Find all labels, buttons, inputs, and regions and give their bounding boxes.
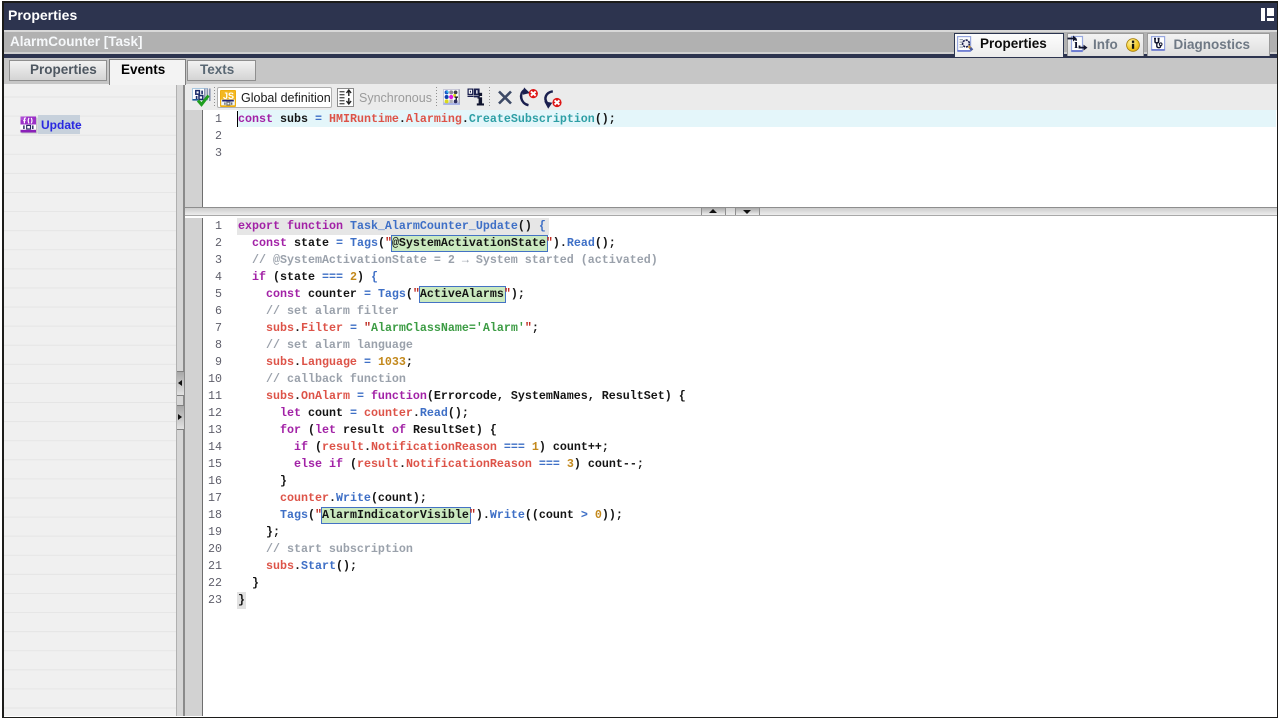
svg-text:i: i (1074, 36, 1078, 51)
